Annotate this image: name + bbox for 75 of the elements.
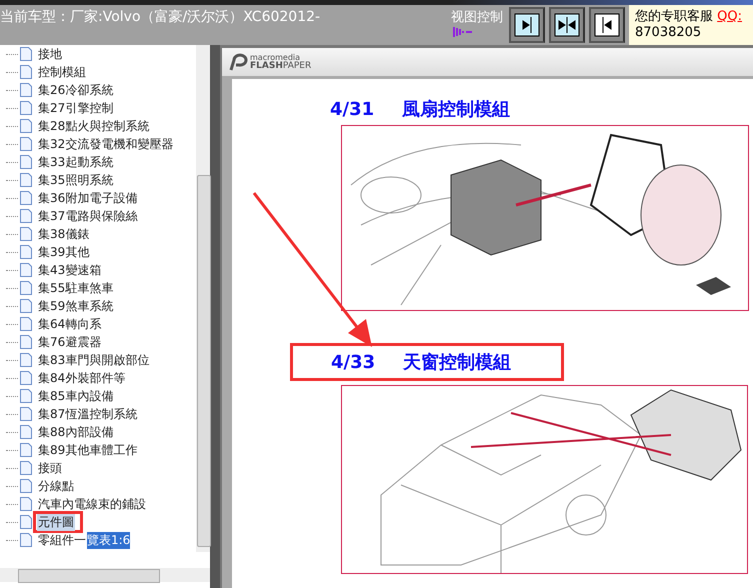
- document-icon: [20, 65, 32, 79]
- highlighted-text: 覽表1:6: [87, 532, 130, 548]
- car-model-label: 当前车型：厂家:Volvo（富豪/沃尔沃）XC602012-: [0, 8, 322, 26]
- tree-item[interactable]: 零組件一: [37, 532, 87, 548]
- tree-item[interactable]: 集87恆溫控制系統: [37, 406, 138, 422]
- tree-item[interactable]: 集76避震器: [37, 334, 102, 350]
- section-title: 風扇控制模組: [402, 98, 510, 121]
- document-icon: [20, 299, 32, 313]
- tree-item[interactable]: 集27引擎控制: [37, 100, 114, 116]
- document-icon: [20, 155, 32, 169]
- tree-item[interactable]: 集89其他車體工作: [37, 442, 138, 458]
- document-icon: [20, 497, 32, 511]
- document-icon: [20, 389, 32, 403]
- document-icon: [20, 281, 32, 295]
- tree-item[interactable]: 集36附加電子設備: [37, 190, 138, 206]
- document-icon: [20, 263, 32, 277]
- tree-item[interactable]: 集64轉向系: [37, 316, 102, 332]
- document-icon: [20, 407, 32, 421]
- tree-item[interactable]: 集83車門與開啟部位: [37, 352, 150, 368]
- document-icon: [20, 173, 32, 187]
- document-icon: [20, 461, 32, 475]
- tree-item[interactable]: 集43變速箱: [37, 262, 102, 278]
- tree-item[interactable]: 集59煞車系統: [37, 298, 114, 314]
- tree-item[interactable]: 集55駐車煞車: [37, 280, 114, 296]
- split-view-button[interactable]: [549, 7, 585, 43]
- document-icon: [20, 443, 32, 457]
- tree-item[interactable]: 集38儀錶: [37, 226, 90, 242]
- expand-left-button[interactable]: [589, 7, 625, 43]
- product-name: FLASHPAPER: [250, 62, 312, 70]
- tree-item[interactable]: 集26冷卻系統: [37, 82, 114, 98]
- tree-item[interactable]: 集28點火與控制系統: [37, 118, 150, 134]
- vertical-scrollbar[interactable]: [196, 45, 210, 552]
- tree-item[interactable]: 集35照明系統: [37, 172, 114, 188]
- document-icon: [20, 101, 32, 115]
- document-icon: [20, 245, 32, 259]
- tree-item[interactable]: 分線點: [37, 478, 75, 494]
- page-number: 4/31: [330, 98, 374, 120]
- tree-item[interactable]: 集85車內設備: [37, 388, 114, 404]
- document-icon: [20, 425, 32, 439]
- document-icon: [20, 191, 32, 205]
- logo-icon: [228, 53, 248, 71]
- document-icon: [20, 515, 32, 529]
- document-icon: [20, 83, 32, 97]
- tree-item[interactable]: 接頭: [37, 460, 63, 476]
- document-icon: [20, 47, 32, 61]
- section-title: 天窗控制模組: [403, 351, 512, 374]
- document-icon: [20, 335, 32, 349]
- expand-right-button[interactable]: [509, 7, 545, 43]
- view-control-label: 视图控制: [451, 9, 504, 26]
- document-icon: [20, 137, 32, 151]
- tree-item[interactable]: 接地: [37, 46, 63, 62]
- tree-item[interactable]: 集32交流發電機和變壓器: [37, 136, 174, 152]
- tree-item[interactable]: 元件圖: [37, 514, 75, 530]
- document-icon: [20, 317, 32, 331]
- tree-item[interactable]: 集84外裝部件等: [37, 370, 126, 386]
- qq-link[interactable]: QQ:: [717, 9, 742, 24]
- page-number: 4/33: [331, 352, 376, 372]
- qq-number: 87038205: [635, 25, 702, 40]
- document-icon: [20, 209, 32, 223]
- tree-item[interactable]: 集33起動系統: [37, 154, 114, 170]
- document-icon: [20, 533, 32, 547]
- horizontal-scrollbar[interactable]: [0, 568, 210, 582]
- document-icon: [20, 479, 32, 493]
- tree-item[interactable]: 集39其他: [37, 244, 90, 260]
- tree-item[interactable]: 控制模組: [37, 64, 87, 80]
- tree-item[interactable]: 集88內部設備: [37, 424, 114, 440]
- tree-item[interactable]: 集37電路與保險絲: [37, 208, 138, 224]
- document-icon: [20, 353, 32, 367]
- tree-item[interactable]: 汽車內電線束的鋪設: [37, 496, 147, 512]
- brand-name: macromedia: [250, 54, 300, 62]
- document-icon: [20, 119, 32, 133]
- document-icon: [20, 227, 32, 241]
- service-label: 您的专职客服: [635, 9, 713, 24]
- sound-icon: [453, 26, 475, 38]
- document-icon: [20, 371, 32, 385]
